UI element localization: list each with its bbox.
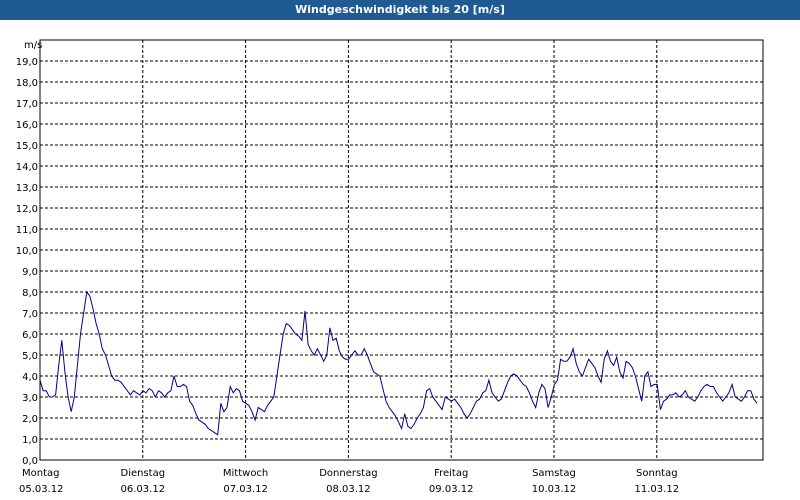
- y-tick-label: 12,0: [16, 204, 38, 215]
- y-tick-label: 14,0: [16, 162, 38, 173]
- y-tick-label: 1,0: [22, 435, 38, 446]
- x-tick-day: Mittwoch: [223, 468, 268, 479]
- y-tick-label: 6,0: [22, 330, 38, 341]
- x-tick-date: 11.03.12: [635, 484, 680, 495]
- x-tick-day: Samstag: [532, 468, 576, 479]
- y-tick-label: 18,0: [16, 78, 38, 89]
- y-tick-label: 13,0: [16, 183, 38, 194]
- y-tick-label: 5,0: [22, 351, 38, 362]
- x-tick-day: Donnerstag: [319, 468, 377, 479]
- y-tick-label: 17,0: [16, 99, 38, 110]
- x-tick-day: Sonntag: [636, 468, 678, 479]
- x-tick-date: 10.03.12: [532, 484, 577, 495]
- y-tick-label: 19,0: [16, 57, 38, 68]
- y-tick-label: 4,0: [22, 372, 38, 383]
- y-tick-label: 16,0: [16, 120, 38, 131]
- y-tick-label: 2,0: [22, 414, 38, 425]
- window-title: Windgeschwindigkeit bis 20 [m/s]: [0, 0, 800, 20]
- y-tick-label: 11,0: [16, 225, 38, 236]
- x-tick-day: Montag: [22, 468, 59, 479]
- x-tick-day: Freitag: [434, 468, 468, 479]
- y-tick-label: 15,0: [16, 141, 38, 152]
- wind-speed-chart: m/s 0,01,02,03,04,05,06,07,08,09,010,011…: [0, 20, 800, 500]
- y-tick-label: 8,0: [22, 288, 38, 299]
- x-tick-day: Dienstag: [121, 468, 166, 479]
- chart-background: [0, 20, 800, 500]
- x-tick-date: 08.03.12: [326, 484, 371, 495]
- y-tick-label: 3,0: [22, 393, 38, 404]
- x-tick-date: 05.03.12: [19, 484, 64, 495]
- x-tick-date: 06.03.12: [121, 484, 166, 495]
- x-tick-date: 09.03.12: [429, 484, 474, 495]
- y-tick-label: 10,0: [16, 246, 38, 257]
- x-tick-date: 07.03.12: [223, 484, 268, 495]
- y-tick-label: 7,0: [22, 309, 38, 320]
- y-tick-label: 9,0: [22, 267, 38, 278]
- y-tick-label: 0,0: [22, 456, 38, 467]
